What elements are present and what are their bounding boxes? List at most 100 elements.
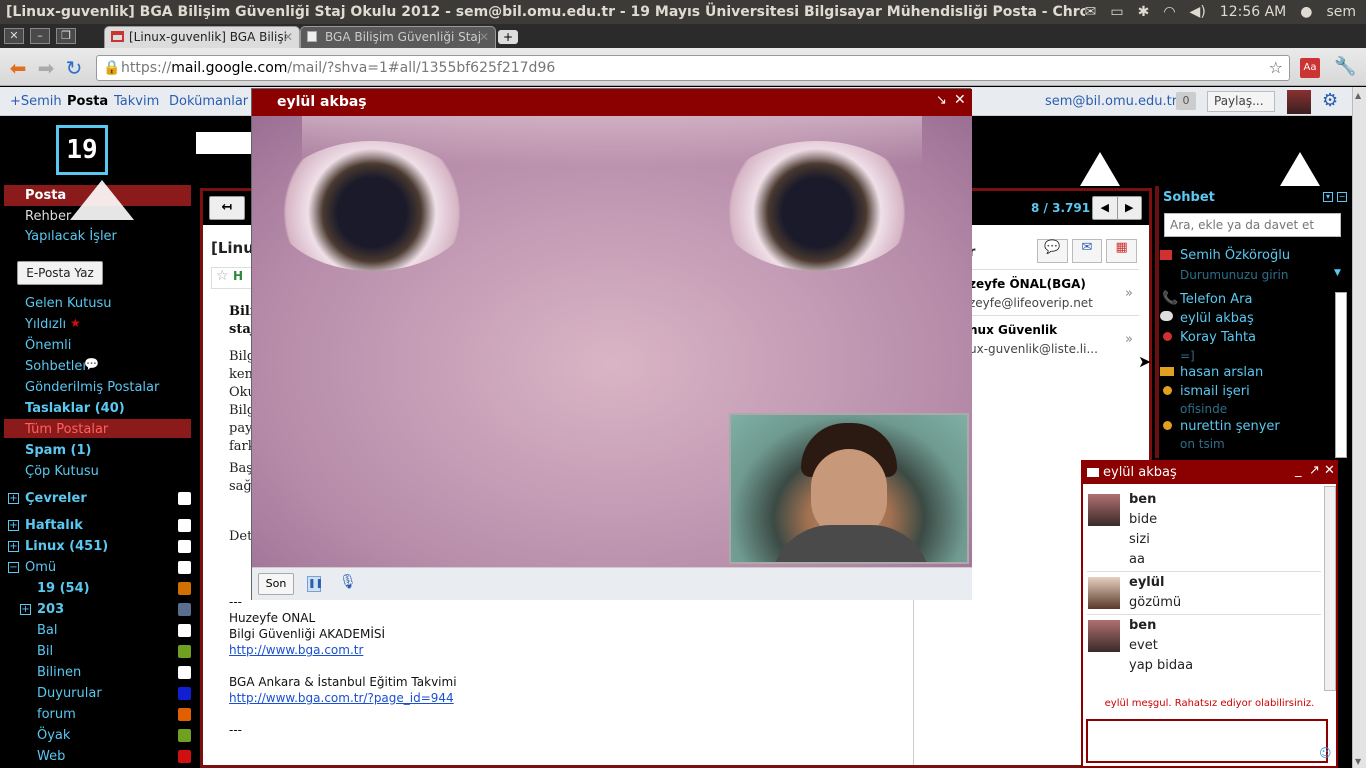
label-color-chip[interactable] [178,624,191,637]
sublabel-203[interactable]: 203 [37,602,64,617]
user-name[interactable]: sem [1326,4,1356,20]
expand-icon[interactable]: + [8,541,19,552]
microphone-icon[interactable]: 🎙 [339,574,357,590]
label-cevreler[interactable]: Çevreler [25,491,87,506]
close-window-icon[interactable]: ✕ [4,28,24,44]
gbar-link-dokumanlar[interactable]: Dokümanlar [169,94,248,109]
bookmark-star-icon[interactable]: ☆ [1269,56,1283,80]
label-color-chip[interactable] [178,729,191,742]
contact-phone[interactable]: Telefon Ara [1180,292,1252,307]
collapse-icon[interactable]: − [8,562,19,573]
minimize-icon[interactable]: _ [1295,463,1302,478]
sublabel-bal[interactable]: Bal [37,623,58,638]
account-email[interactable]: sem@bil.omu.edu.tr [1045,94,1177,109]
contact-self[interactable]: Semih Özköroğlu [1180,248,1290,263]
gbar-link-takvim[interactable]: Takvim [114,94,159,109]
minimize-window-icon[interactable]: – [30,28,50,44]
sublabel-bilinen[interactable]: Bilinen [37,665,81,680]
close-icon[interactable]: ✕ [1324,463,1335,478]
tab-bga[interactable]: BGA Bilişim Güvenliği Staj ✕ [300,26,496,48]
contact-ismail[interactable]: ismail işeri [1180,384,1250,399]
sublabel-oyak[interactable]: Öyak [37,728,70,743]
label-haftalik[interactable]: Haftalık [25,518,83,533]
label-color-chip[interactable] [178,492,191,505]
gbar-link-semih[interactable]: +Semih [10,94,62,109]
label-linux[interactable]: Linux (451) [25,539,108,554]
expand-icon[interactable]: + [8,520,19,531]
popout-icon[interactable]: ↗ [1309,463,1320,478]
nav-rehber[interactable]: Rehber [25,209,71,224]
back-to-list-button[interactable]: ↤ [209,196,245,220]
contact-hasan[interactable]: hasan arslan [1180,365,1263,380]
sublabel-bil[interactable]: Bil [37,644,53,659]
address-bar[interactable]: 🔒 https://mail.google.com/mail/?shva=1#a… [96,55,1290,81]
battery-icon[interactable]: ▭ [1110,4,1123,20]
clock[interactable]: 12:56 AM [1220,4,1286,20]
compose-button[interactable]: E-Posta Yaz [17,261,103,285]
label-color-chip[interactable] [178,561,191,574]
status-dropdown-icon[interactable]: ▼ [1334,268,1341,278]
star-toggle-icon[interactable]: ☆ H [211,267,253,289]
label-color-chip[interactable] [178,708,191,721]
avatar[interactable] [1287,90,1311,114]
end-call-button[interactable]: Son [258,573,294,595]
folder-trash[interactable]: Çöp Kutusu [25,464,99,479]
volume-icon[interactable]: ◀) [1190,4,1206,20]
wifi-icon[interactable]: ◠ [1163,4,1175,20]
label-color-chip[interactable] [178,582,191,595]
sublabel-web[interactable]: Web [37,749,65,764]
label-color-chip[interactable] [178,687,191,700]
dropdown-icon[interactable]: ▾ [1323,192,1333,202]
folder-all[interactable]: Tüm Postalar [25,422,108,437]
minimize-icon[interactable]: − [1337,192,1347,202]
folder-spam[interactable]: Spam (1) [25,443,91,458]
forward-button[interactable]: ➡ [34,56,58,80]
label-color-chip[interactable] [178,645,191,658]
pager[interactable]: ◀ ▶ [1092,196,1142,220]
share-button[interactable]: Paylaş... [1207,91,1275,112]
contact-nurettin[interactable]: nurettin şenyer [1180,419,1280,434]
expand-icon[interactable]: + [20,604,31,615]
bluetooth-icon[interactable]: ✱ [1138,4,1150,20]
roster-scrollbar[interactable] [1335,292,1347,458]
label-color-chip[interactable] [178,750,191,763]
popout-icon[interactable]: ↘ [936,93,947,108]
person-name[interactable]: nux Güvenlik [969,323,1057,337]
label-omu[interactable]: Omü [25,560,56,575]
maximize-window-icon[interactable]: ❐ [56,28,76,44]
folder-important[interactable]: Önemli [25,338,71,353]
chat-message-input[interactable] [1086,719,1328,763]
contact-eylul[interactable]: eylül akbaş [1180,311,1254,326]
chat-icon[interactable]: 💬 [1037,239,1068,263]
folder-drafts[interactable]: Taslaklar (40) [25,401,125,416]
calendar-icon[interactable]: ▦ [1106,239,1138,263]
email-icon[interactable]: ✉ [1071,239,1103,263]
folder-chats[interactable]: Sohbetler [25,359,88,374]
prev-icon[interactable]: ◀ [1093,197,1118,219]
nav-posta[interactable]: Posta [25,188,66,203]
wrench-icon[interactable]: 🔧 [1334,56,1356,77]
nav-yapilacak[interactable]: Yapılacak İşler [25,229,117,244]
folder-inbox[interactable]: Gelen Kutusu [25,296,112,311]
tab-gmail[interactable]: [Linux-guvenlik] BGA Bilişi ✕ [104,26,300,48]
emoticon-icon[interactable]: ☺ [1319,746,1332,760]
mail-icon[interactable]: ✉ [1085,4,1097,20]
calendar-link[interactable]: http://www.bga.com.tr/?page_id=944 [229,690,457,706]
expand-icon[interactable]: + [8,493,19,504]
close-icon[interactable]: ✕ [954,92,966,108]
label-color-chip[interactable] [178,540,191,553]
bga-link[interactable]: http://www.bga.com.tr [229,642,457,658]
search-box-fragment[interactable] [196,132,252,154]
folder-sent[interactable]: Gönderilmiş Postalar [25,380,159,395]
new-tab-button[interactable]: + [498,30,518,44]
close-tab-icon[interactable]: ✕ [283,27,293,47]
contact-koray[interactable]: Koray Tahta [1180,330,1256,345]
status-input[interactable]: Durumunuzu girin [1180,268,1288,282]
extension-icon[interactable]: Aa [1300,58,1320,78]
chat-scrollbar[interactable] [1324,486,1336,691]
settings-gear-icon[interactable]: ⚙ [1322,90,1338,111]
pause-icon[interactable]: ❚❚ [307,576,323,592]
sublabel-19[interactable]: 19 (54) [37,581,90,596]
label-color-chip[interactable] [178,519,191,532]
gbar-link-posta[interactable]: Posta [67,94,108,109]
